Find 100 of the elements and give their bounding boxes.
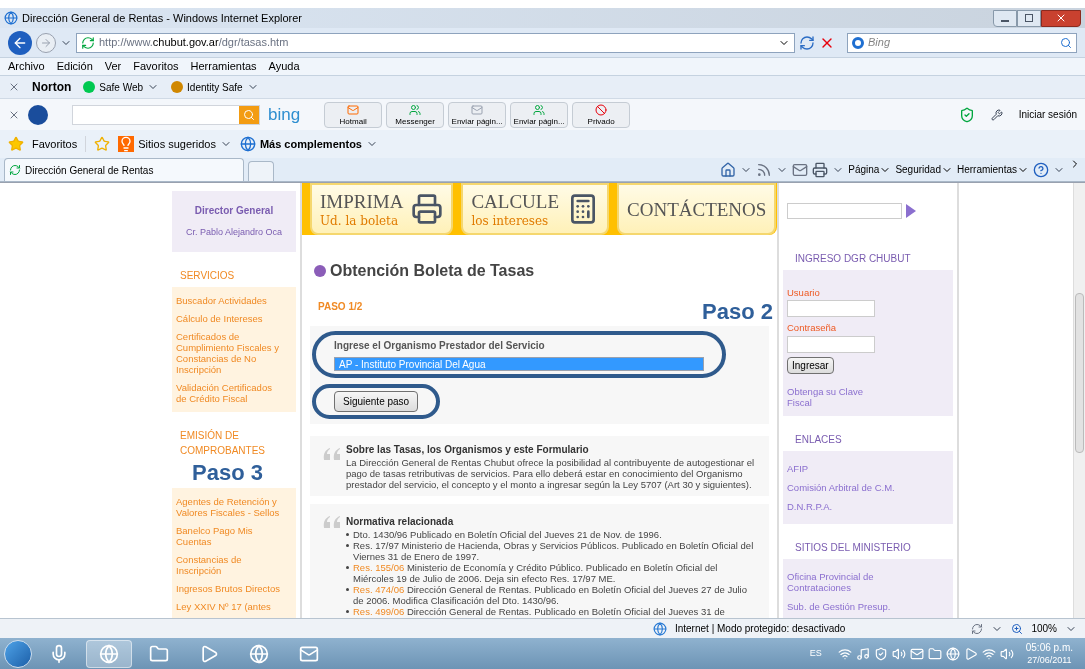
tray-icon[interactable] bbox=[927, 646, 942, 661]
printer-icon bbox=[411, 193, 444, 225]
zoom-icon[interactable] bbox=[1011, 622, 1024, 635]
tray-icon[interactable] bbox=[891, 646, 906, 661]
favorites-link[interactable]: Más complementos bbox=[259, 135, 362, 153]
page-title: Obtención Boleta de Tasas bbox=[330, 261, 535, 281]
sign-in-link[interactable]: Iniciar sesión bbox=[1018, 107, 1077, 122]
tray-icon[interactable] bbox=[909, 646, 924, 661]
toolbar-button[interactable]: Messenger bbox=[386, 101, 445, 128]
tray-icon[interactable] bbox=[945, 646, 960, 661]
next-step-button[interactable]: Siguiente paso bbox=[334, 391, 419, 412]
toolbar-button[interactable]: Enviar págin... bbox=[510, 101, 569, 128]
sidebar-link[interactable]: Sub. de Gestión Presup. bbox=[787, 600, 897, 612]
new-tab-button[interactable] bbox=[248, 161, 274, 181]
sidebar-link[interactable]: D.N.R.P.A. bbox=[787, 500, 897, 512]
page-refresh-icon bbox=[9, 164, 21, 176]
quote-icon bbox=[322, 446, 342, 462]
normativa-item: Res. 155/06 Ministerio de Economía y Crédito Público. Publicado en Boletín Oficial del Miércoles 19 de Julio de 2006. Deja sin efecto Res. 17/97 ME. bbox=[353, 562, 719, 584]
maximize-button[interactable] bbox=[1017, 9, 1041, 27]
site-search-field[interactable] bbox=[787, 203, 902, 219]
tray-icon[interactable] bbox=[981, 646, 996, 661]
shield-icon bbox=[958, 106, 975, 123]
favorites-link[interactable]: Sitios sugeridos bbox=[138, 135, 216, 153]
normativa-item: Res. 499/06 Dirección General de Rentas. Publicado en Boletín Oficial del Jueves 31 de bbox=[353, 606, 725, 617]
mail-icon[interactable] bbox=[792, 161, 809, 178]
add-favorite-icon[interactable] bbox=[94, 136, 111, 152]
toolbar-menu[interactable]: Safe Web bbox=[99, 79, 144, 95]
home-icon[interactable] bbox=[720, 161, 737, 178]
close-button[interactable] bbox=[1041, 9, 1081, 27]
browser-tab[interactable]: Dirección General de Rentas bbox=[4, 158, 244, 181]
back-button[interactable] bbox=[8, 30, 32, 55]
password-input[interactable] bbox=[787, 335, 875, 353]
login-button[interactable]: Ingresar bbox=[787, 356, 834, 374]
taskbar-app-icon bbox=[199, 643, 219, 664]
print-icon[interactable] bbox=[812, 161, 829, 178]
banner-tile[interactable]: CONTÁCTENOS bbox=[617, 183, 777, 235]
banner-tile[interactable]: IMPRIMA Ud. la boleta bbox=[310, 183, 454, 235]
toolbar-button[interactable]: Enviar págin... bbox=[448, 101, 507, 128]
quote-icon bbox=[322, 514, 342, 530]
status-zone: Internet | Modo protegido: desactivado bbox=[674, 622, 846, 636]
menu-item[interactable]: Ayuda bbox=[268, 58, 300, 75]
tray-icon[interactable] bbox=[855, 646, 870, 661]
search-input[interactable]: Bing bbox=[868, 34, 1056, 51]
search-icon[interactable] bbox=[243, 108, 255, 121]
bullet-icon bbox=[346, 544, 349, 547]
people-icon bbox=[533, 103, 546, 116]
toolbar-search-field[interactable] bbox=[72, 104, 260, 125]
scrollbar[interactable] bbox=[1073, 183, 1085, 618]
banner-title: CONTÁCTENOS bbox=[627, 199, 767, 219]
menu-item[interactable]: Favoritos bbox=[133, 58, 179, 75]
search-icon[interactable] bbox=[1060, 36, 1072, 49]
normativa-item: Res. 17/97 Ministerio de Hacienda, Obras y Servicios Públicos. Publicado en Boletín Oficial del Viernes 31 de Enero de 1997. bbox=[353, 540, 755, 562]
tray-icon[interactable] bbox=[999, 646, 1014, 661]
sidebar-link[interactable]: AFIP bbox=[787, 462, 897, 474]
close-toolbar-icon[interactable] bbox=[8, 81, 20, 93]
banner-tile[interactable]: CALCULE los intereses bbox=[461, 183, 609, 235]
director-title: Director General bbox=[194, 204, 274, 218]
toolbar-menu[interactable]: Identity Safe bbox=[187, 79, 243, 95]
search-field[interactable]: Bing bbox=[847, 32, 1077, 53]
favorites-button[interactable]: Favoritos bbox=[32, 135, 78, 153]
tray-icon[interactable] bbox=[963, 646, 978, 661]
feed-icon[interactable] bbox=[756, 161, 773, 178]
sidebar-heading: SERVICIOS bbox=[179, 268, 236, 283]
norton-menu[interactable]: Norton bbox=[32, 78, 72, 96]
envelope-icon bbox=[347, 103, 360, 116]
step-label: PASO 1/2 bbox=[318, 300, 363, 314]
tray-icon[interactable] bbox=[837, 646, 852, 661]
menu-item[interactable]: Herramientas bbox=[190, 58, 257, 75]
menu-item[interactable]: Edición bbox=[56, 58, 93, 75]
globe-icon bbox=[652, 621, 667, 636]
command-menu[interactable]: Página bbox=[848, 162, 892, 177]
sidebar-link[interactable]: Obtenga su Clave Fiscal bbox=[787, 385, 887, 408]
forward-button[interactable] bbox=[36, 32, 56, 53]
start-button[interactable] bbox=[4, 639, 32, 668]
command-menu[interactable]: Herramientas bbox=[956, 162, 1029, 177]
menu-item[interactable]: Archivo bbox=[8, 58, 45, 75]
info-title: Sobre las Tasas, los Organismos y este Formulario bbox=[346, 443, 590, 457]
sidebar-link[interactable]: Comisión Arbitral de C.M. bbox=[787, 481, 897, 493]
tray-icon[interactable] bbox=[873, 646, 888, 661]
command-menu[interactable]: Seguridad bbox=[895, 162, 953, 177]
username-input[interactable] bbox=[787, 300, 875, 318]
banner-title: CALCULE bbox=[471, 191, 559, 211]
bullet-icon bbox=[346, 533, 349, 536]
wrench-icon[interactable] bbox=[990, 108, 1003, 121]
normativa-item: Dto. 1430/96 Publicado en Boletín Oficial del Jueves 21 de Nov. de 1996. bbox=[353, 529, 662, 540]
menu-item[interactable]: Ver bbox=[104, 58, 122, 75]
minimize-button[interactable] bbox=[993, 9, 1017, 27]
go-arrow-icon[interactable] bbox=[906, 204, 916, 218]
status-icon[interactable] bbox=[971, 622, 984, 635]
address-field[interactable]: http://www.chubut.gov.ar/dgr/tasas.htm bbox=[76, 32, 795, 53]
help-icon[interactable] bbox=[1033, 161, 1049, 178]
toolbar-button[interactable]: Hotmail bbox=[324, 101, 383, 128]
sidebar-link[interactable]: Oficina Provincial de Contrataciones bbox=[787, 570, 897, 593]
sidebar-heading: ENLACES bbox=[794, 432, 843, 447]
refresh-icon[interactable] bbox=[799, 34, 815, 51]
taskbar-button[interactable] bbox=[86, 639, 132, 668]
toolbar-button[interactable]: Privado bbox=[572, 101, 631, 128]
info-text: La Dirección General de Rentas Chubut ofrece la posibilidad al contribuyente de autogestionar el pago de tasas retributivas de servicios. Para ello deberá estar en conocimiento del Organismo prestador del servicio, el concepto y el monto a ingresar según la Ley 5707 (Art 30 y siguientes). bbox=[346, 457, 756, 490]
search-provider-icon bbox=[852, 36, 864, 49]
zoom-level[interactable]: 100% bbox=[1031, 621, 1057, 636]
